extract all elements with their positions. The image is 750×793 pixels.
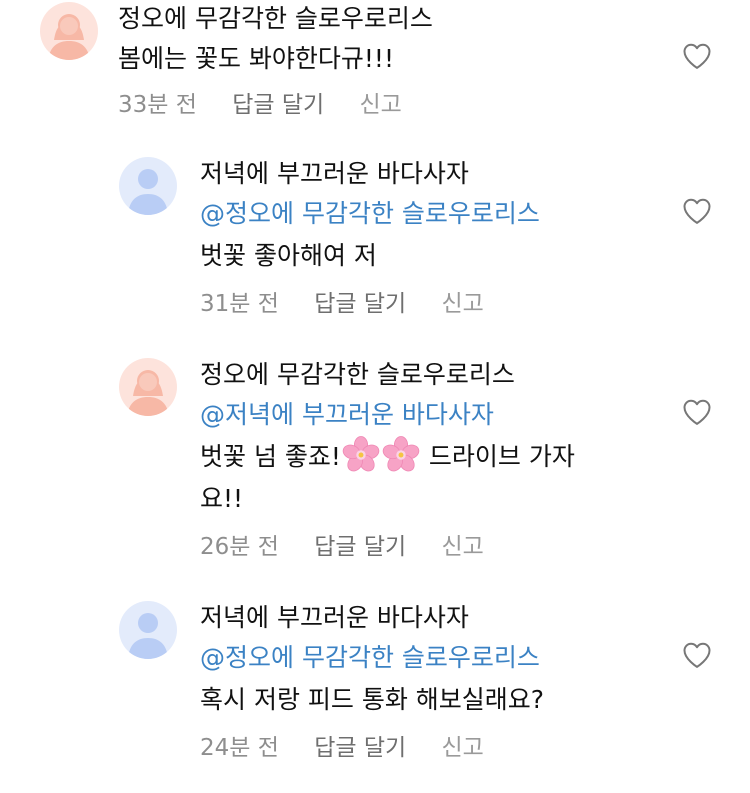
reply-body: 저녁에 부끄러운 바다사자 @정오에 무감각한 슬로우로리스 벗꽃 좋아해여 저… (200, 155, 690, 319)
reply-meta: 24분 전 답글 달기 신고 (200, 733, 690, 763)
cherry-blossom-icon (342, 436, 380, 474)
reply-username[interactable]: 저녁에 부끄러운 바다사자 (200, 599, 690, 637)
like-button[interactable] (682, 641, 712, 669)
reply-time: 31분 전 (200, 291, 279, 317)
heart-outline-icon (683, 198, 711, 224)
report-button[interactable]: 신고 (359, 90, 401, 120)
reply-text-wrap: 요!! (200, 484, 244, 513)
reply-username[interactable]: 정오에 무감각한 슬로우로리스 (200, 356, 690, 394)
comment-text: 봄에는 꽃도 봐야한다규!!! (118, 44, 394, 73)
reply-text: 벗꽃 좋아해여 저 (200, 241, 377, 270)
report-button[interactable]: 신고 (441, 289, 483, 319)
reply-text: 혹시 저랑 피드 통화 해보실래요? (200, 685, 545, 714)
reply-username[interactable]: 저녁에 부끄러운 바다사자 (200, 155, 690, 193)
comment-username[interactable]: 정오에 무감각한 슬로우로리스 (118, 0, 690, 38)
reply-button[interactable]: 답글 달기 (314, 733, 406, 763)
reply-button[interactable]: 답글 달기 (232, 90, 324, 120)
comment-meta: 33분 전 답글 달기 신고 (118, 90, 690, 120)
reply-mention[interactable]: @정오에 무감각한 슬로우로리스 (200, 193, 690, 235)
reply-text-part: 벗꽃 넘 좋죠! (200, 442, 341, 471)
reply-mention[interactable]: @저녁에 부끄러운 바다사자 (200, 394, 690, 436)
reply-text-part: 드라이브 가자 (420, 442, 575, 471)
user-silhouette-icon (40, 2, 98, 60)
comment-body: 정오에 무감각한 슬로우로리스 봄에는 꽃도 봐야한다규!!! 33분 전 답글… (118, 0, 690, 120)
cherry-blossom-icon (382, 436, 420, 474)
report-button[interactable]: 신고 (441, 733, 483, 763)
comment-time: 33분 전 (118, 92, 197, 118)
like-button[interactable] (682, 42, 712, 70)
reply-time: 26분 전 (200, 534, 279, 560)
reply-body: 저녁에 부끄러운 바다사자 @정오에 무감각한 슬로우로리스 혹시 저랑 피드 … (200, 599, 690, 763)
avatar[interactable] (119, 601, 177, 659)
heart-outline-icon (683, 642, 711, 668)
reply-button[interactable]: 답글 달기 (314, 532, 406, 562)
avatar[interactable] (119, 157, 177, 215)
avatar[interactable] (119, 358, 177, 416)
user-silhouette-icon (119, 601, 177, 659)
reply-button[interactable]: 답글 달기 (314, 289, 406, 319)
reply-body: 정오에 무감각한 슬로우로리스 @저녁에 부끄러운 바다사자 벗꽃 넘 좋죠! (200, 356, 690, 562)
heart-outline-icon (683, 43, 711, 69)
reply-meta: 26분 전 답글 달기 신고 (200, 532, 690, 562)
avatar[interactable] (40, 2, 98, 60)
heart-outline-icon (683, 399, 711, 425)
user-silhouette-icon (119, 157, 177, 215)
user-silhouette-icon (119, 358, 177, 416)
like-button[interactable] (682, 398, 712, 426)
reply-meta: 31분 전 답글 달기 신고 (200, 289, 690, 319)
reply-time: 24분 전 (200, 735, 279, 761)
reply-mention[interactable]: @정오에 무감각한 슬로우로리스 (200, 637, 690, 679)
report-button[interactable]: 신고 (441, 532, 483, 562)
like-button[interactable] (682, 197, 712, 225)
reply-text: 벗꽃 넘 좋죠! 드라이브 가자 (200, 436, 690, 478)
